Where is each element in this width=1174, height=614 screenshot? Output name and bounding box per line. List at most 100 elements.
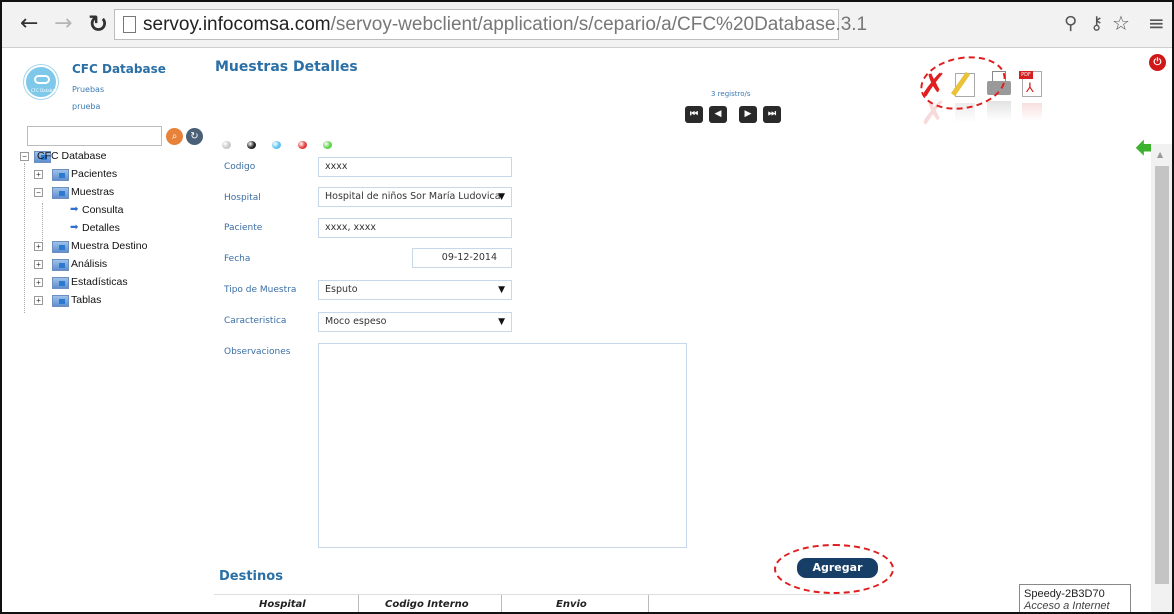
tree-item-label: Muestras [71,186,115,198]
tooltip-line-1: Speedy-2B3D70 [1024,588,1105,600]
tipo-muestra-label: Tipo de Muestra [224,285,297,295]
scrollbar-thumb[interactable] [1155,166,1169,584]
tree-item-label: CFC Database [37,150,107,162]
page-icon [123,16,136,33]
acrobat-swirl-icon: ⅄ [1026,81,1034,96]
expand-icon[interactable]: + [34,296,43,305]
codigo-field[interactable]: xxxx [318,157,512,177]
pdf-icon[interactable]: PDF ⅄ [1019,69,1045,129]
page-title: Muestras Detalles [215,59,358,75]
app-subtitle-1: Pruebas [72,85,105,94]
url-path: /servoy-webclient/application/s/cepario/… [330,14,868,35]
url-text[interactable]: servoy.infocomsa.com/servoy-webclient/ap… [143,14,867,36]
tree-item-label: Tablas [71,294,102,306]
column-header-hospital[interactable]: Hospital [259,599,306,610]
dropdown-arrow-icon: ▼ [498,285,505,295]
destinos-table-header: Hospital Codigo Interno Envio [214,594,859,612]
refresh-icon[interactable]: ↻ [186,128,203,145]
reload-icon[interactable]: ↻ [88,11,108,37]
expand-icon[interactable]: + [34,242,43,251]
tree-item-label: Consulta [82,204,124,216]
paciente-field[interactable]: xxxx, xxxx [318,218,512,238]
fecha-label: Fecha [224,254,251,264]
blue-dot-icon[interactable] [272,141,281,149]
app-title: CFC Database [72,62,166,76]
url-host: servoy.infocomsa.com [143,14,331,35]
tree-item-label: Estadísticas [71,276,128,288]
dropdown-arrow-icon: ▼ [498,192,505,202]
folder-icon [52,187,69,199]
app-logo: CFC Database [24,65,60,99]
tree-line [42,203,43,243]
red-dot-icon[interactable] [298,141,307,149]
browser-window: ← → ↻ servoy.infocomsa.com/servoy-webcli… [0,0,1174,614]
print-reflection [987,101,1011,121]
collapse-icon[interactable]: − [34,188,43,197]
network-tooltip: Speedy-2B3D70 Acceso a Internet [1019,584,1131,612]
tree-search-input[interactable] [27,126,162,146]
column-separator [648,595,649,612]
expand-icon[interactable]: + [34,278,43,287]
app-area: CFC Database CFC Database Pruebas prueba… [2,49,1172,612]
caracteristica-select[interactable]: Moco espeso ▼ [318,312,512,332]
add-button[interactable]: Agregar [797,558,878,578]
tree-item-label: Detalles [82,222,120,234]
folder-icon [52,295,69,307]
observaciones-textarea[interactable] [318,343,687,548]
pdf-reflection [1022,103,1042,121]
menu-icon[interactable]: ≡ [1148,11,1165,35]
paciente-label: Paciente [224,223,263,233]
folder-icon [52,169,69,181]
pdf-tag: PDF [1019,71,1033,79]
expand-icon[interactable]: + [34,260,43,269]
codigo-label: Codigo [224,162,256,172]
arrow-right-icon: ➡ [70,222,79,233]
first-record-icon[interactable]: ⏮ [685,106,703,123]
column-separator [358,595,359,612]
zoom-icon[interactable]: ⚲ [1064,13,1077,34]
arrow-right-icon: ➡ [70,204,79,215]
key-icon[interactable]: ⚷ [1090,13,1103,34]
caracteristica-label: Caracteristica [224,316,287,326]
caracteristica-value: Moco espeso [325,316,387,327]
column-separator [501,595,502,612]
record-count: 3 registro/s [711,90,751,98]
dropdown-arrow-icon: ▼ [498,317,505,327]
column-header-envio[interactable]: Envio [556,599,587,610]
fecha-field[interactable]: 09-12-2014 [412,248,512,268]
observaciones-label: Observaciones [224,347,291,357]
tree-line [24,163,25,313]
tree-item-label: Muestra Destino [71,240,148,252]
gray-dot-icon[interactable] [222,141,231,149]
search-icon[interactable]: ⌕ [166,128,183,145]
tipo-muestra-select[interactable]: Esputo ▼ [318,280,512,300]
cloud-icon [34,75,50,84]
green-dot-icon[interactable] [323,141,332,149]
browser-toolbar: ← → ↻ servoy.infocomsa.com/servoy-webcli… [2,2,1172,48]
app-subtitle-2: prueba [72,102,101,111]
next-record-icon[interactable]: ▶ [739,106,757,123]
power-icon[interactable]: ⏻ [1149,54,1166,71]
back-arrow-icon[interactable]: ← [20,11,38,37]
bookmark-star-icon[interactable]: ☆ [1112,11,1130,35]
scroll-up-icon[interactable]: ▲ [1157,150,1163,159]
column-header-codigo-interno[interactable]: Codigo Interno [385,599,469,610]
previous-record-icon[interactable]: ◀ [709,106,727,123]
hospital-select-value: Hospital de niños Sor María Ludovica [325,191,501,202]
tree-item-label: Análisis [71,258,108,270]
black-dot-icon[interactable] [247,141,256,149]
tipo-muestra-value: Esputo [325,284,358,295]
folder-icon [52,277,69,289]
folder-icon [52,241,69,253]
last-record-icon[interactable]: ⏭ [763,106,781,123]
tooltip-line-2: Acceso a Internet [1024,600,1110,612]
destinos-title: Destinos [219,569,283,584]
hospital-label: Hospital [224,193,261,203]
logo-caption: CFC Database [31,88,60,93]
address-bar[interactable]: servoy.infocomsa.com/servoy-webclient/ap… [114,9,867,40]
tree-item-label: Pacientes [71,168,118,180]
collapse-icon[interactable]: − [20,152,29,161]
forward-arrow-icon[interactable]: → [54,11,72,37]
hospital-select[interactable]: Hospital de niños Sor María Ludovica ▼ [318,187,512,207]
expand-icon[interactable]: + [34,170,43,179]
